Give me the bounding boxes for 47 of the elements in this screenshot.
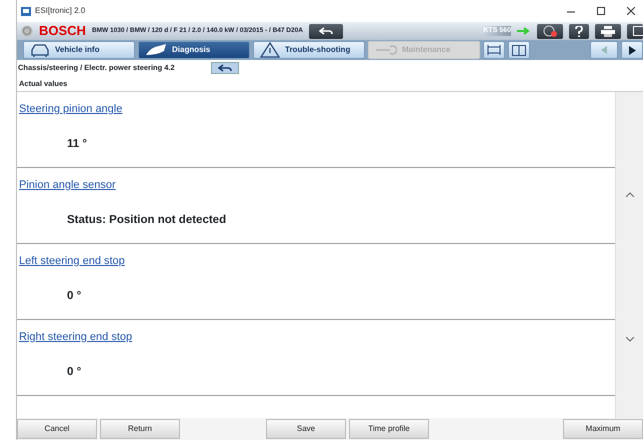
app-icon [21, 6, 31, 16]
scroll-bar[interactable] [615, 92, 643, 418]
brand-name: BOSCH [39, 22, 86, 40]
footer-button[interactable]: Save [266, 419, 346, 439]
value-link[interactable]: Pinion angle sensor [19, 179, 116, 191]
value-reading: Status: Position not detected [67, 213, 226, 228]
book-button[interactable] [508, 41, 530, 59]
down-chevron-icon[interactable] [626, 337, 634, 342]
network-button[interactable] [537, 24, 563, 38]
car-icon [30, 43, 50, 57]
value-link[interactable]: Right steering end stop [19, 331, 132, 343]
return-button[interactable] [210, 62, 239, 74]
footer-button[interactable]: Return [100, 419, 180, 439]
return-arrow-icon [218, 64, 232, 72]
footer-button[interactable]: Cancel [17, 419, 97, 439]
maximize-icon[interactable] [597, 7, 605, 15]
globe-icon [543, 25, 557, 37]
swap-button[interactable] [483, 41, 505, 59]
right-triangle-icon [628, 46, 636, 54]
back-button[interactable] [308, 24, 343, 38]
left-triangle-icon [601, 46, 607, 54]
footer-button[interactable]: Maximum [563, 419, 643, 439]
value-link[interactable]: Left steering end stop [19, 255, 125, 267]
tab[interactable]: Diagnosis [138, 41, 250, 59]
window-title: ESI[tronic] 2.0 [35, 5, 86, 17]
book-icon [512, 44, 526, 56]
warning-icon [260, 42, 280, 58]
screen-button[interactable] [627, 24, 643, 38]
value-link[interactable]: Steering pinion angle [19, 103, 122, 115]
wrench-icon [375, 44, 397, 56]
logo-icon [21, 25, 33, 37]
screen-icon [633, 26, 643, 36]
footer-button[interactable]: Time profile [349, 419, 429, 439]
return-arrow-icon [318, 26, 333, 36]
connection-icon [517, 27, 531, 35]
next-button[interactable] [621, 41, 643, 59]
close-icon[interactable] [627, 7, 635, 15]
value-reading: 0 ° [67, 365, 82, 380]
value-reading: 11 ° [67, 137, 87, 152]
tab[interactable]: Trouble-shooting [253, 41, 365, 59]
value-reading: 0 ° [67, 289, 82, 304]
print-button[interactable] [595, 24, 621, 38]
help-icon [575, 26, 583, 36]
help-button[interactable] [569, 24, 589, 38]
up-chevron-icon[interactable] [626, 192, 634, 197]
printer-icon [601, 26, 615, 36]
tab[interactable]: Vehicle info [23, 41, 135, 59]
